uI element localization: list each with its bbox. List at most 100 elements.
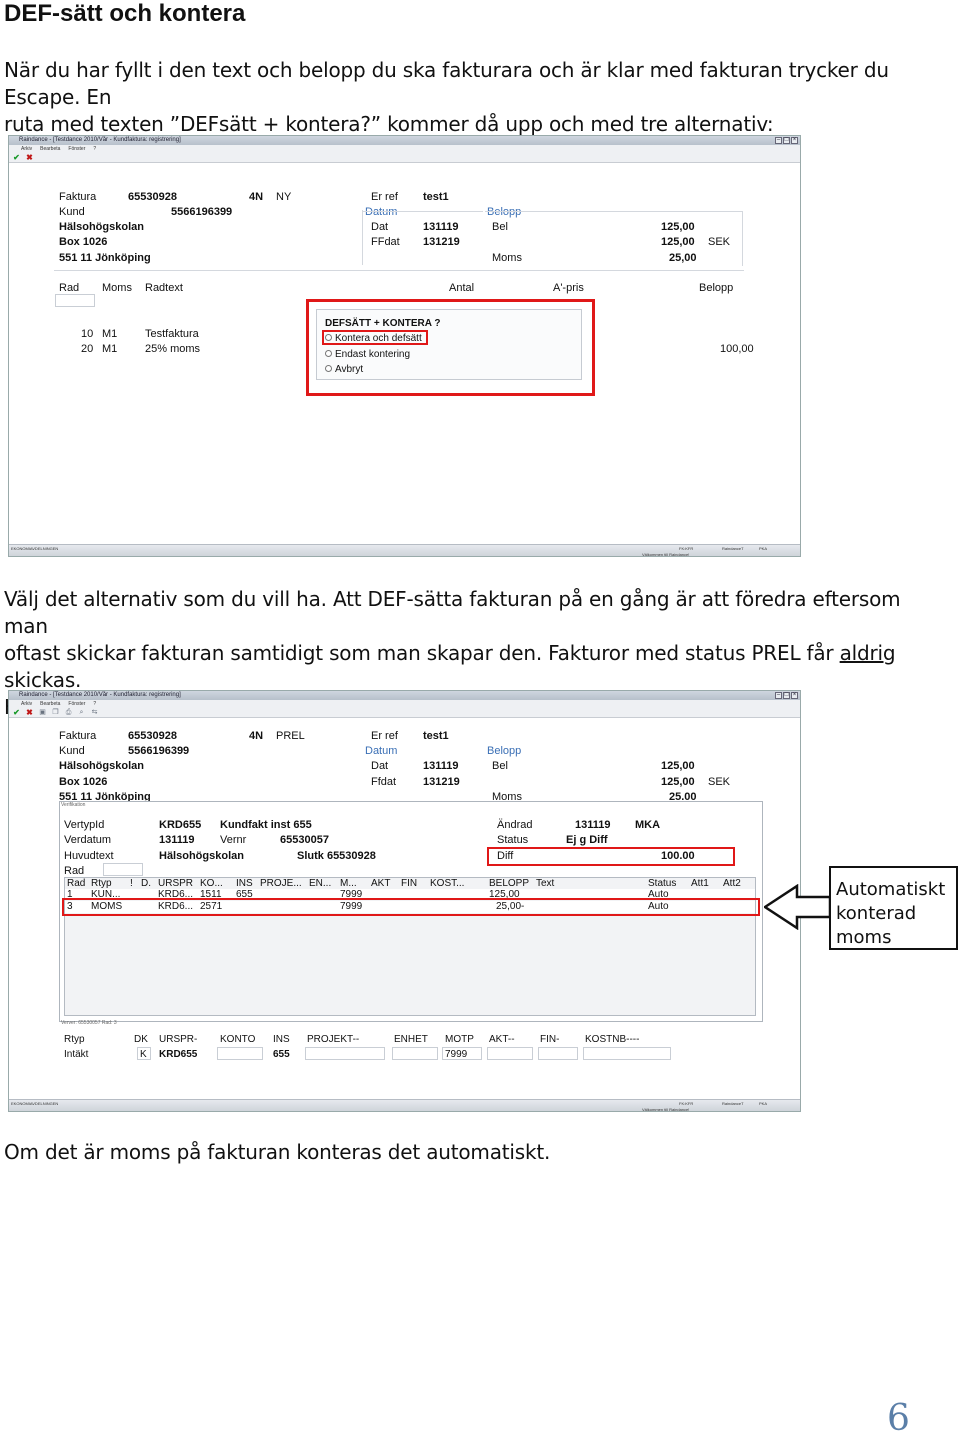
menu-help[interactable]: ? (93, 700, 96, 708)
ffdat-value[interactable]: 131219 (423, 236, 460, 249)
grid-col-att1[interactable]: Att1 (691, 878, 709, 889)
cell-motp: 7999 (340, 901, 363, 912)
grid-col-motp[interactable]: M... (340, 878, 357, 889)
currency: SEK (708, 776, 731, 788)
option-avbryt[interactable]: Avbryt (325, 363, 363, 376)
lower-val-motp: 7999 (445, 1049, 468, 1060)
grid-col-akt[interactable]: AKT (371, 878, 390, 889)
status-org: EKONOMIAVDELNINGEN (11, 1101, 59, 1106)
screenshot-def-dialog: Raindance - [Testdance 2010/Vår - Kundfa… (8, 135, 801, 557)
maximize-icon[interactable]: □ (783, 692, 790, 699)
menu-arkiv[interactable]: Arkiv (21, 145, 32, 153)
status-module: FK:KFR (679, 1101, 694, 1106)
kostnb-input[interactable] (583, 1047, 671, 1060)
projekt-input[interactable] (305, 1047, 385, 1060)
dat-value[interactable]: 131119 (423, 221, 459, 234)
faktura-status: PREL (276, 730, 305, 742)
faktura-number[interactable]: 65530928 (128, 730, 177, 743)
close-icon[interactable]: × (791, 692, 798, 699)
diff-value: 100.00 (661, 850, 695, 862)
grid-col-belopp[interactable]: BELOPP (489, 878, 529, 889)
cell-konto: 2571 (200, 901, 223, 912)
minimize-icon[interactable]: – (775, 137, 782, 144)
menu-fonster[interactable]: Fönster (68, 145, 85, 153)
grid-header: Rad Rtyp ! D. URSPR KO... INS PROJE... E… (67, 878, 755, 889)
konto-input[interactable] (217, 1047, 263, 1060)
faktura-label: Faktura (59, 191, 97, 203)
print-icon[interactable]: ⎙ (64, 709, 73, 717)
verdatum-value[interactable]: 131119 (159, 834, 195, 847)
navigate-icon[interactable]: ⇆ (90, 709, 99, 717)
option-kontera-defsatt[interactable]: Kontera och defsätt (325, 332, 422, 345)
grid-col-d[interactable]: D. (141, 878, 151, 889)
check-icon[interactable]: ✔ (12, 708, 21, 717)
grid-col-excl[interactable]: ! (130, 878, 133, 889)
faktura-number[interactable]: 65530928 (128, 191, 177, 204)
dat-value[interactable]: 131119 (423, 760, 459, 773)
dialog-title: DEFSÄTT + KONTERA ? (325, 318, 441, 329)
grid-col-ins[interactable]: INS (236, 878, 253, 889)
menu-bearbeta[interactable]: Bearbeta (40, 145, 60, 153)
check-icon[interactable]: ✔ (12, 153, 21, 162)
grid-col-enhet[interactable]: EN... (309, 878, 331, 889)
grid-col-kost[interactable]: KOST... (430, 878, 464, 889)
status-system: RaindanceT (722, 546, 744, 551)
status-value: Ej g Diff (566, 834, 608, 846)
lower-col-dk: DK (134, 1034, 148, 1045)
status-org: EKONOMIAVDELNINGEN (11, 546, 59, 551)
grid-col-rtyp[interactable]: Rtyp (91, 878, 112, 889)
bel-label: Bel (492, 760, 508, 772)
status-welcome: Välkommen till Raindance! (642, 1107, 690, 1112)
diff-label: Diff (497, 850, 514, 862)
moms-label: Moms (492, 252, 522, 264)
ffdat-value[interactable]: 131219 (423, 776, 460, 789)
menu-help[interactable]: ? (93, 145, 96, 153)
grid-col-rad[interactable]: Rad (67, 878, 85, 889)
kund-number[interactable]: 5566196399 (128, 745, 189, 758)
verdatum-label: Verdatum (64, 834, 112, 846)
kund-number[interactable]: 5566196399 (171, 206, 232, 219)
grid-col-urspr[interactable]: URSPR (158, 878, 193, 889)
erref-value[interactable]: test1 (423, 191, 449, 204)
row2-moms: M1 (102, 343, 118, 355)
slutk-value: Slutk 65530928 (297, 850, 376, 862)
grid-col-fin[interactable]: FIN (401, 878, 417, 889)
cancel-icon[interactable]: ✖ (25, 153, 34, 162)
cancel-icon[interactable]: ✖ (25, 708, 34, 717)
screenshot-kontering: Raindance - [Testdance 2010/Vår - Kundfa… (8, 690, 801, 1112)
faktura-status: NY (276, 191, 292, 203)
save-icon[interactable]: ▣ (38, 709, 47, 717)
search-icon[interactable]: ⌕ (77, 709, 86, 717)
grid-col-text[interactable]: Text (536, 878, 554, 889)
copy-icon[interactable]: ❐ (51, 709, 60, 717)
lower-col-konto: KONTO (220, 1034, 256, 1045)
grid-col-status[interactable]: Status (648, 878, 676, 889)
option-endast-kontering[interactable]: Endast kontering (325, 348, 410, 361)
huvudtext-value[interactable]: Hälsohögskolan (159, 850, 244, 863)
enhet-input[interactable] (392, 1047, 438, 1060)
close-icon[interactable]: × (791, 137, 798, 144)
maximize-icon[interactable]: □ (783, 137, 790, 144)
window-title: Raindance - [Testdance 2010/Vår - Kundfa… (19, 692, 181, 698)
rad-input[interactable] (103, 863, 143, 876)
lower-col-kostnb: KOSTNB---- (585, 1034, 640, 1045)
menu-bearbeta[interactable]: Bearbeta (40, 700, 60, 708)
page-heading: DEF-sätt och kontera (4, 0, 246, 27)
grid-col-att2[interactable]: Att2 (723, 878, 741, 889)
kund-label: Kund (59, 745, 85, 757)
menu-fonster[interactable]: Fönster (68, 700, 85, 708)
minimize-icon[interactable]: – (775, 692, 782, 699)
grid-col-projekt[interactable]: PROJE... (260, 878, 302, 889)
col-moms: Moms (102, 282, 132, 294)
bel-value[interactable]: 125,00 (661, 221, 695, 234)
intro-line-2: ruta med texten ”DEFsätt + kontera?” kom… (4, 112, 774, 136)
menu-arkiv[interactable]: Arkiv (21, 700, 32, 708)
akt-input[interactable] (487, 1047, 533, 1060)
rad-input[interactable] (55, 294, 95, 307)
erref-value[interactable]: test1 (423, 730, 449, 743)
grid-col-konto[interactable]: KO... (200, 878, 223, 889)
bel-value[interactable]: 125,00 (661, 760, 695, 773)
vertypid-value[interactable]: KRD655 (159, 819, 201, 832)
fin-input[interactable] (538, 1047, 578, 1060)
col-apris: A'-pris (553, 282, 584, 294)
